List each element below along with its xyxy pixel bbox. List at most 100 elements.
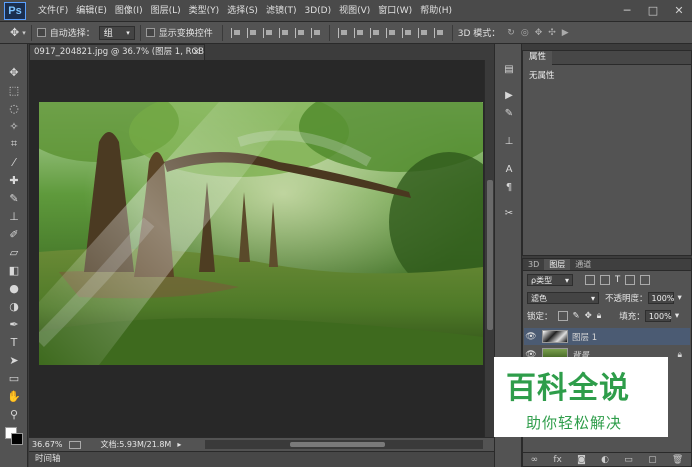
rotate-3d-icon[interactable]: ↻: [507, 28, 515, 38]
menu-filter[interactable]: 滤镜(T): [262, 0, 301, 22]
menu-type[interactable]: 类型(Y): [185, 0, 224, 22]
distribute-hcenter-icon[interactable]: [401, 27, 412, 38]
filter-type-icon[interactable]: T: [615, 275, 620, 285]
tool-presets-panel-icon[interactable]: ✂: [501, 206, 517, 220]
slide-3d-icon[interactable]: ✣: [548, 28, 556, 38]
menu-file[interactable]: 文件(F): [34, 0, 72, 22]
pen-tool-icon[interactable]: ✒: [5, 316, 23, 332]
distribute-bottom-icon[interactable]: [369, 27, 380, 38]
roll-3d-icon[interactable]: ◎: [521, 28, 529, 38]
adjustment-icon[interactable]: ◐: [601, 455, 609, 465]
zoom-level[interactable]: 36.67%: [32, 440, 63, 449]
brush-tool-icon[interactable]: ✎: [5, 190, 23, 206]
filter-adjustment-icon[interactable]: [600, 275, 610, 285]
menu-layer[interactable]: 图层(L): [147, 0, 185, 22]
layer-row-layer1[interactable]: 👁︎ 图层 1: [524, 328, 690, 345]
clone-stamp-tool-icon[interactable]: ⊥: [5, 208, 23, 224]
vertical-scrollbar[interactable]: [484, 60, 494, 437]
vertical-scroll-thumb[interactable]: [487, 180, 493, 330]
menu-select[interactable]: 选择(S): [223, 0, 262, 22]
distribute-vcenter-icon[interactable]: [353, 27, 364, 38]
clone-source-panel-icon[interactable]: ⊥: [501, 134, 517, 148]
document-info-icon[interactable]: [68, 440, 81, 449]
close-tab-icon[interactable]: ×: [193, 45, 200, 60]
healing-brush-tool-icon[interactable]: ✚: [5, 172, 23, 188]
mask-icon[interactable]: ◙: [577, 455, 586, 465]
horizontal-scroll-thumb[interactable]: [290, 442, 385, 447]
lock-transparent-icon[interactable]: [557, 311, 568, 321]
align-vcenter-icon[interactable]: [246, 27, 257, 38]
chevron-down-icon[interactable]: ▾: [678, 293, 682, 303]
dodge-tool-icon[interactable]: ◑: [5, 298, 23, 314]
menu-window[interactable]: 窗口(W): [374, 0, 416, 22]
link-icon[interactable]: ∞: [531, 455, 539, 465]
chevron-down-icon[interactable]: ▾: [675, 311, 679, 321]
auto-select-checkbox[interactable]: [36, 28, 46, 37]
crop-tool-icon[interactable]: ⌗: [5, 136, 23, 152]
align-bottom-icon[interactable]: [262, 27, 273, 38]
menu-edit[interactable]: 编辑(E): [72, 0, 111, 22]
new-layer-icon[interactable]: ▢: [648, 455, 657, 465]
visibility-eye-icon[interactable]: 👁︎: [524, 332, 538, 342]
type-tool-icon[interactable]: T: [5, 334, 23, 350]
move-tool-preset-icon[interactable]: ✥: [10, 26, 19, 39]
tab-channels[interactable]: 通道: [570, 259, 596, 270]
fill-field[interactable]: 100%: [644, 310, 672, 322]
lock-position-icon[interactable]: ✥: [585, 311, 592, 321]
opacity-field[interactable]: 100%: [647, 292, 674, 304]
filter-smart-object-icon[interactable]: [640, 275, 651, 285]
character-panel-icon[interactable]: A: [501, 162, 517, 176]
auto-select-dropdown[interactable]: 组 ▾: [98, 25, 135, 40]
maximize-button[interactable]: □: [640, 0, 666, 20]
actions-panel-icon[interactable]: ▶: [501, 88, 517, 102]
align-right-icon[interactable]: [310, 27, 321, 38]
horizontal-scrollbar[interactable]: [205, 440, 483, 449]
lock-all-icon[interactable]: 🔒︎: [597, 311, 602, 321]
history-brush-tool-icon[interactable]: ✐: [5, 226, 23, 242]
lasso-tool-icon[interactable]: ◌: [5, 100, 23, 116]
path-selection-tool-icon[interactable]: ➤: [5, 352, 23, 368]
minimize-button[interactable]: ─: [614, 0, 640, 20]
status-menu-arrow[interactable]: ▸: [177, 440, 181, 449]
distribute-right-icon[interactable]: [417, 27, 428, 38]
fx-icon[interactable]: fx: [553, 455, 562, 465]
chevron-down-icon[interactable]: ▾: [22, 29, 26, 37]
align-left-icon[interactable]: [278, 27, 289, 38]
trash-icon[interactable]: 🗑︎: [672, 455, 683, 465]
history-panel-icon[interactable]: ▤: [501, 62, 517, 76]
align-hcenter-icon[interactable]: [294, 27, 305, 38]
properties-tab[interactable]: 属性: [523, 50, 553, 65]
blur-tool-icon[interactable]: ●: [5, 280, 23, 296]
auto-align-icon[interactable]: [433, 27, 444, 38]
scale-3d-icon[interactable]: ▶: [562, 28, 569, 38]
magic-wand-tool-icon[interactable]: ✧: [5, 118, 23, 134]
blend-mode-dropdown[interactable]: 滤色 ▾: [527, 292, 599, 304]
layer-filter-dropdown[interactable]: ρ类型 ▾: [527, 274, 573, 286]
tab-3d[interactable]: 3D: [523, 259, 544, 270]
tab-layers[interactable]: 图层: [544, 259, 571, 270]
align-top-icon[interactable]: [230, 27, 241, 38]
paint-bucket-tool-icon[interactable]: ◧: [5, 262, 23, 278]
background-color-swatch[interactable]: [11, 433, 23, 445]
distribute-left-icon[interactable]: [385, 27, 396, 38]
canvas-area[interactable]: [29, 60, 484, 437]
filter-pixel-icon[interactable]: [585, 275, 595, 285]
lock-image-icon[interactable]: ✎: [573, 311, 580, 321]
filter-shape-icon[interactable]: [625, 275, 636, 285]
marquee-tool-icon[interactable]: ⬚: [5, 82, 23, 98]
show-transform-checkbox[interactable]: [145, 28, 155, 37]
eyedropper-tool-icon[interactable]: ⁄: [5, 154, 23, 170]
close-button[interactable]: ✕: [666, 0, 692, 20]
menu-3d[interactable]: 3D(D): [300, 0, 335, 22]
brush-panel-icon[interactable]: ✎: [501, 106, 517, 120]
folder-icon[interactable]: ▭: [624, 455, 633, 465]
distribute-top-icon[interactable]: [337, 27, 348, 38]
eraser-tool-icon[interactable]: ▱: [5, 244, 23, 260]
drag-3d-icon[interactable]: ✥: [535, 28, 543, 38]
shape-tool-icon[interactable]: ▭: [5, 370, 23, 386]
menu-image[interactable]: 图像(I): [111, 0, 147, 22]
paragraph-panel-icon[interactable]: ¶: [501, 180, 517, 194]
move-tool-icon[interactable]: ✥: [5, 64, 23, 80]
document-tab[interactable]: 0917_204821.jpg @ 36.7% (图层 1, RGB/8#) *…: [29, 44, 205, 60]
timeline-panel-tab[interactable]: 时间轴: [29, 451, 494, 467]
